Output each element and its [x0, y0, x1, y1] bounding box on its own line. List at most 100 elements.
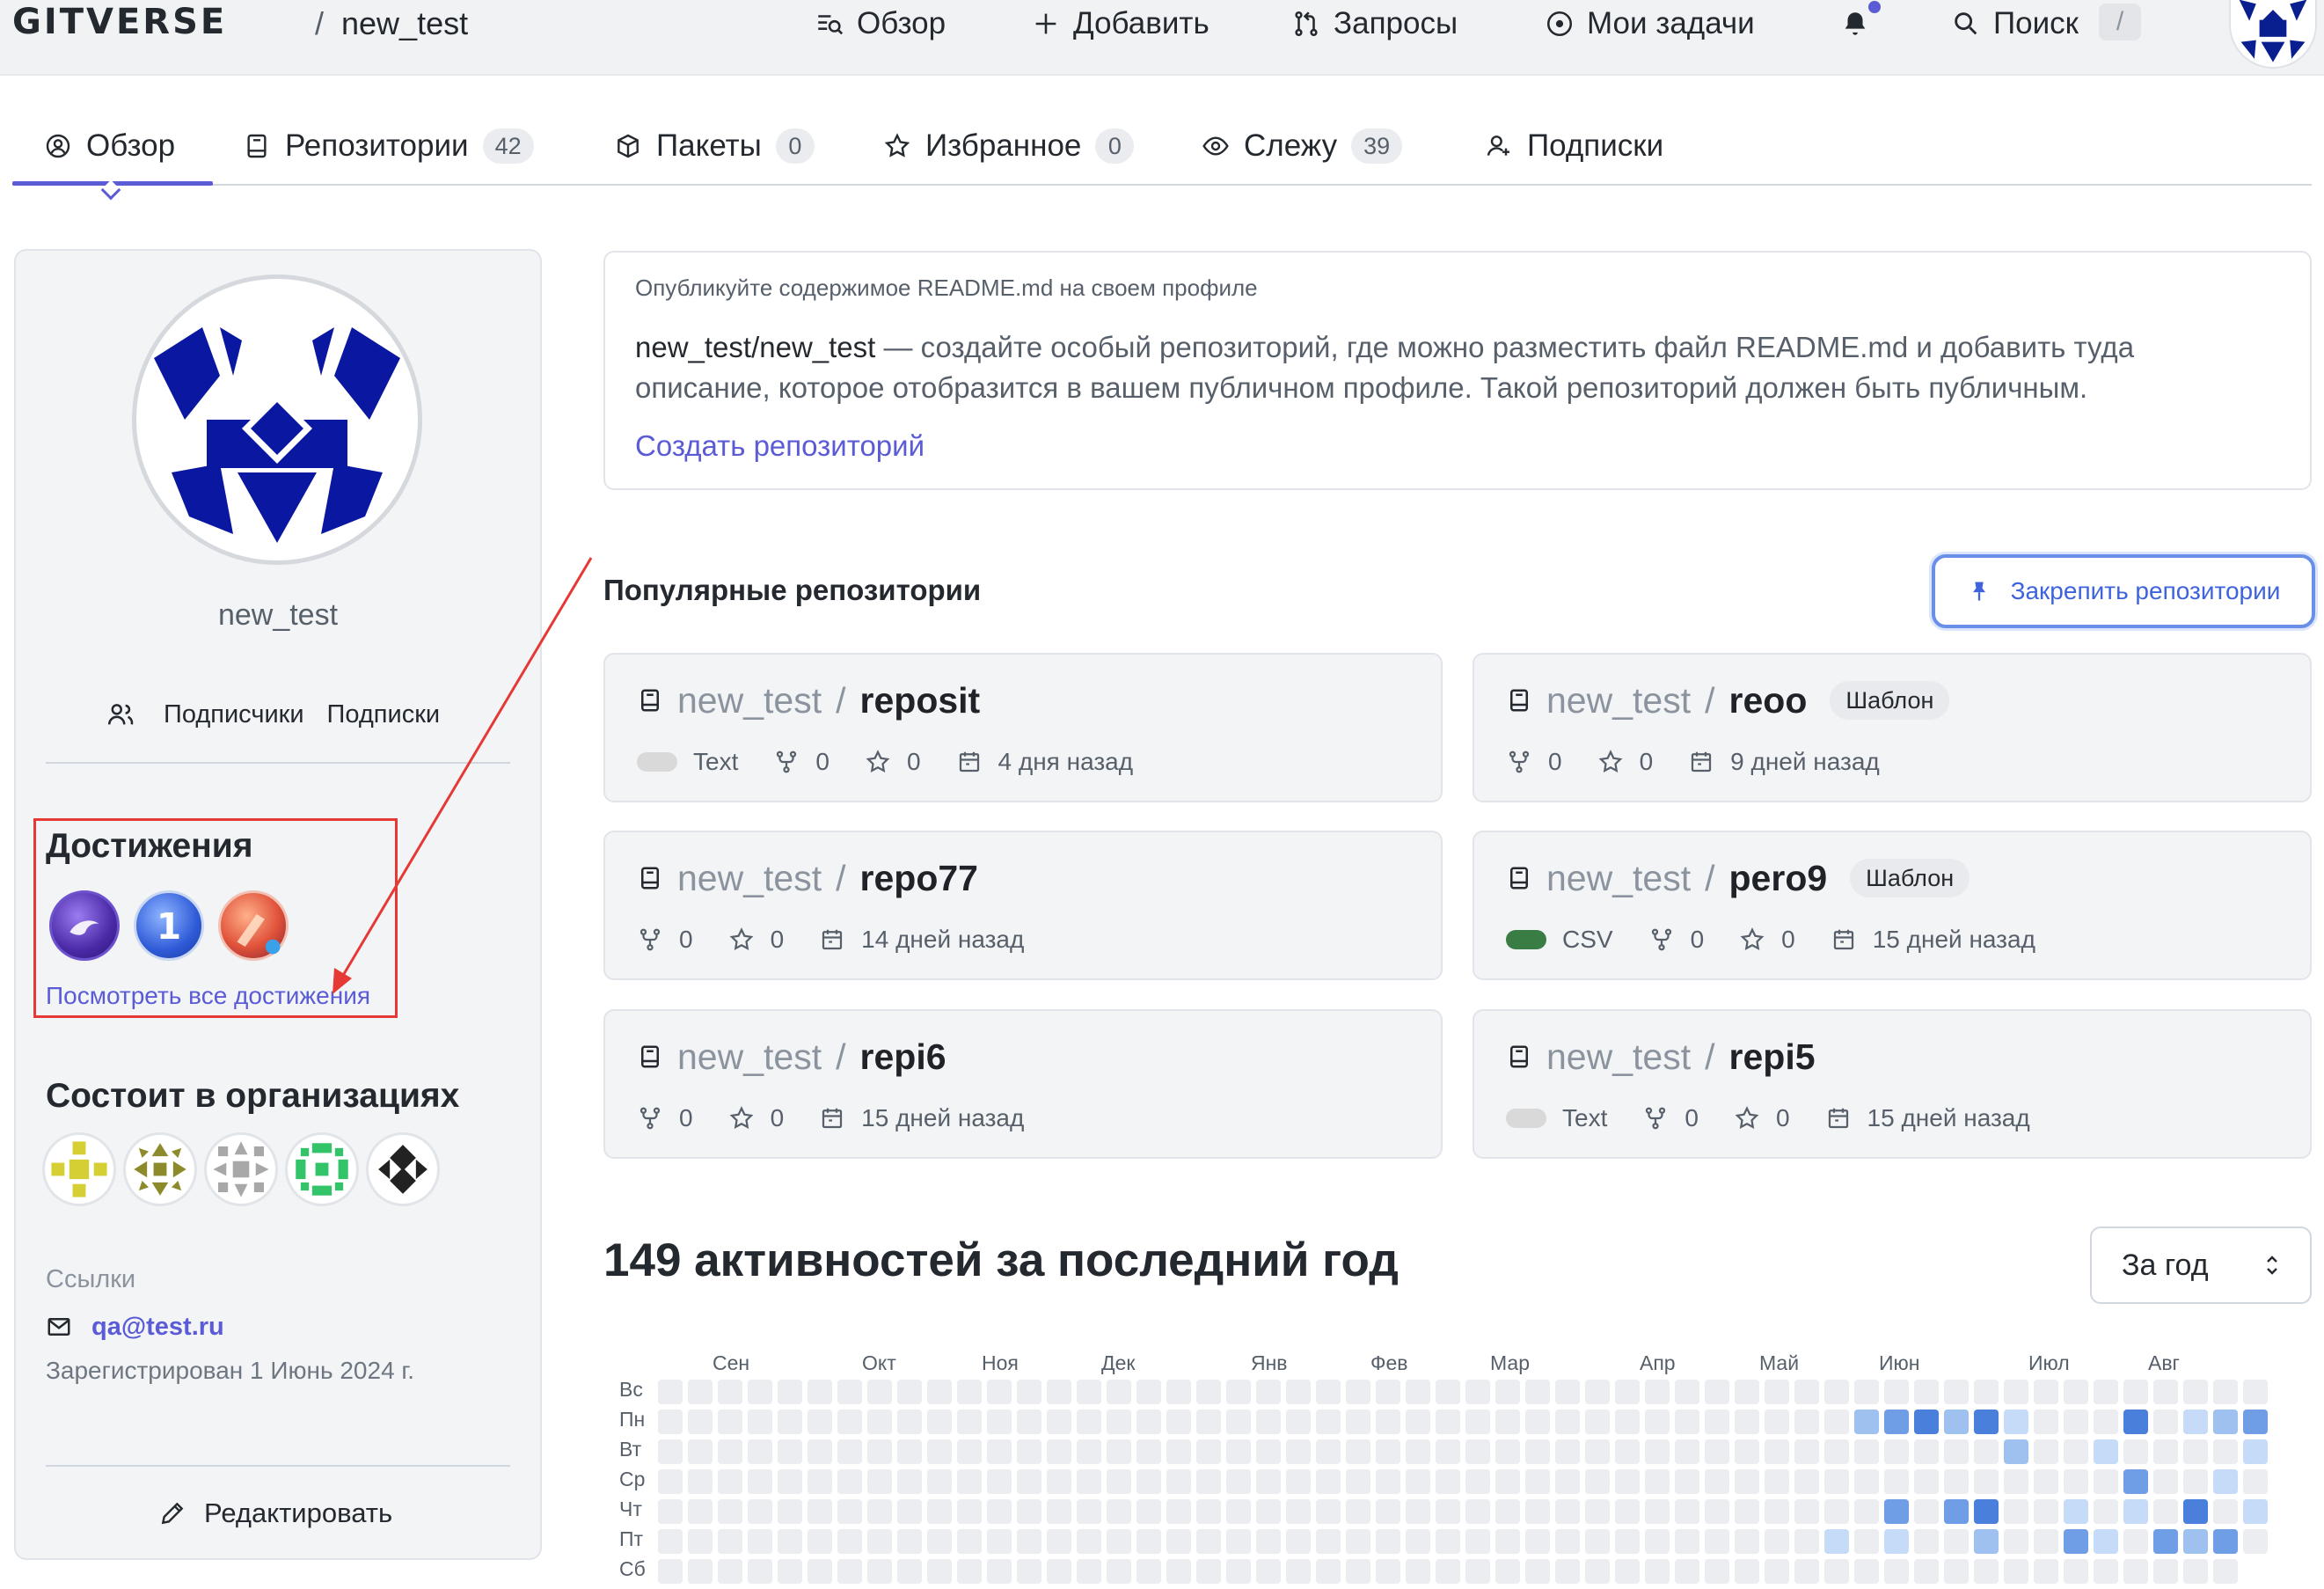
activity-cell[interactable]: [1107, 1410, 1131, 1434]
activity-cell[interactable]: [1555, 1410, 1580, 1434]
activity-cell[interactable]: [1077, 1410, 1101, 1434]
activity-cell[interactable]: [2064, 1469, 2088, 1494]
activity-cell[interactable]: [1017, 1410, 1041, 1434]
activity-cell[interactable]: [1794, 1439, 1819, 1464]
activity-cell[interactable]: [1884, 1410, 1909, 1434]
activity-cell[interactable]: [1765, 1410, 1789, 1434]
activity-cell[interactable]: [1884, 1439, 1909, 1464]
activity-cell[interactable]: [1884, 1529, 1909, 1554]
repo-title[interactable]: new_test / reoo Шаблон: [1506, 676, 1950, 725]
activity-cell[interactable]: [2094, 1439, 2118, 1464]
activity-cell[interactable]: [2183, 1439, 2208, 1464]
activity-cell[interactable]: [1854, 1529, 1879, 1554]
organization-avatar-2[interactable]: [123, 1132, 197, 1206]
activity-cell[interactable]: [1136, 1380, 1161, 1404]
activity-cell[interactable]: [2094, 1380, 2118, 1404]
activity-cell[interactable]: [1256, 1499, 1281, 1524]
activity-cell[interactable]: [778, 1410, 802, 1434]
activity-cell[interactable]: [1196, 1469, 1221, 1494]
activity-cell[interactable]: [1286, 1499, 1311, 1524]
activity-cell[interactable]: [1077, 1469, 1101, 1494]
activity-cell[interactable]: [1047, 1410, 1071, 1434]
activity-cell[interactable]: [1495, 1529, 1520, 1554]
activity-cell[interactable]: [1465, 1529, 1490, 1554]
activity-cell[interactable]: [1854, 1469, 1879, 1494]
nav-add[interactable]: Добавить: [1031, 4, 1210, 44]
activity-cell[interactable]: [1465, 1469, 1490, 1494]
activity-cell[interactable]: [897, 1529, 922, 1554]
activity-cell[interactable]: [1735, 1499, 1759, 1524]
activity-cell[interactable]: [2153, 1559, 2178, 1584]
activity-cell[interactable]: [1226, 1529, 1251, 1554]
activity-cell[interactable]: [2123, 1529, 2148, 1554]
activity-cell[interactable]: [1406, 1529, 1430, 1554]
activity-cell[interactable]: [2243, 1410, 2268, 1434]
activity-cell[interactable]: [1196, 1529, 1221, 1554]
activity-cell[interactable]: [1376, 1410, 1400, 1434]
activity-cell[interactable]: [778, 1380, 802, 1404]
activity-cell[interactable]: [748, 1559, 772, 1584]
tab-favorites[interactable]: Избранное 0: [883, 123, 1135, 169]
activity-cell[interactable]: [1705, 1529, 1729, 1554]
activity-cell[interactable]: [1017, 1469, 1041, 1494]
activity-cell[interactable]: [2153, 1410, 2178, 1434]
activity-cell[interactable]: [927, 1380, 952, 1404]
activity-cell[interactable]: [2183, 1559, 2208, 1584]
activity-cell[interactable]: [1884, 1499, 1909, 1524]
activity-cell[interactable]: [1077, 1499, 1101, 1524]
activity-cell[interactable]: [1675, 1380, 1699, 1404]
activity-cell[interactable]: [1406, 1469, 1430, 1494]
activity-cell[interactable]: [987, 1559, 1012, 1584]
activity-cell[interactable]: [1226, 1559, 1251, 1584]
repo-card[interactable]: new_test / reposit Text 0 0 4 дня назад: [603, 653, 1443, 802]
activity-cell[interactable]: [2034, 1529, 2058, 1554]
activity-cell[interactable]: [688, 1529, 713, 1554]
activity-cell[interactable]: [1585, 1529, 1610, 1554]
activity-cell[interactable]: [1017, 1529, 1041, 1554]
tab-subscriptions[interactable]: Подписки: [1485, 123, 1663, 169]
activity-cell[interactable]: [867, 1469, 892, 1494]
activity-cell[interactable]: [1914, 1439, 1939, 1464]
tab-overview[interactable]: Обзор: [44, 123, 175, 169]
repo-card[interactable]: new_test / repo77 0 0 14 дней назад: [603, 831, 1443, 980]
activity-cell[interactable]: [1824, 1499, 1849, 1524]
activity-cell[interactable]: [2183, 1499, 2208, 1524]
activity-cell[interactable]: [1585, 1559, 1610, 1584]
repo-card[interactable]: new_test / repi5 Text 0 0 15 дней назад: [1473, 1009, 2312, 1159]
activity-cell[interactable]: [1705, 1499, 1729, 1524]
activity-cell[interactable]: [1465, 1499, 1490, 1524]
organization-avatar-4[interactable]: [285, 1132, 359, 1206]
activity-cell[interactable]: [658, 1559, 683, 1584]
activity-cell[interactable]: [1436, 1469, 1460, 1494]
activity-cell[interactable]: [688, 1469, 713, 1494]
activity-cell[interactable]: [2243, 1499, 2268, 1524]
activity-cell[interactable]: [1077, 1380, 1101, 1404]
activity-cell[interactable]: [837, 1529, 862, 1554]
activity-cell[interactable]: [718, 1469, 742, 1494]
notifications-button[interactable]: [1840, 4, 1870, 44]
activity-cell[interactable]: [658, 1469, 683, 1494]
activity-cell[interactable]: [837, 1469, 862, 1494]
activity-cell[interactable]: [1136, 1439, 1161, 1464]
activity-cell[interactable]: [808, 1499, 832, 1524]
activity-cell[interactable]: [1525, 1469, 1550, 1494]
activity-cell[interactable]: [1316, 1439, 1341, 1464]
followers-link[interactable]: Подписчики: [164, 700, 304, 729]
activity-cell[interactable]: [1346, 1559, 1370, 1584]
activity-cell[interactable]: [1286, 1469, 1311, 1494]
organization-avatar-3[interactable]: [204, 1132, 278, 1206]
activity-cell[interactable]: [658, 1410, 683, 1434]
activity-cell[interactable]: [2004, 1439, 2028, 1464]
activity-cell[interactable]: [1854, 1410, 1879, 1434]
activity-cell[interactable]: [718, 1499, 742, 1524]
pin-repositories-button[interactable]: Закрепить репозитории: [1932, 554, 2315, 628]
activity-cell[interactable]: [1914, 1529, 1939, 1554]
activity-cell[interactable]: [1436, 1529, 1460, 1554]
gitverse-logo[interactable]: GITVERSE: [12, 2, 227, 42]
activity-cell[interactable]: [1077, 1559, 1101, 1584]
activity-cell[interactable]: [1465, 1559, 1490, 1584]
activity-cell[interactable]: [1735, 1529, 1759, 1554]
activity-cell[interactable]: [837, 1499, 862, 1524]
activity-cell[interactable]: [1765, 1380, 1789, 1404]
activity-cell[interactable]: [1974, 1529, 1999, 1554]
